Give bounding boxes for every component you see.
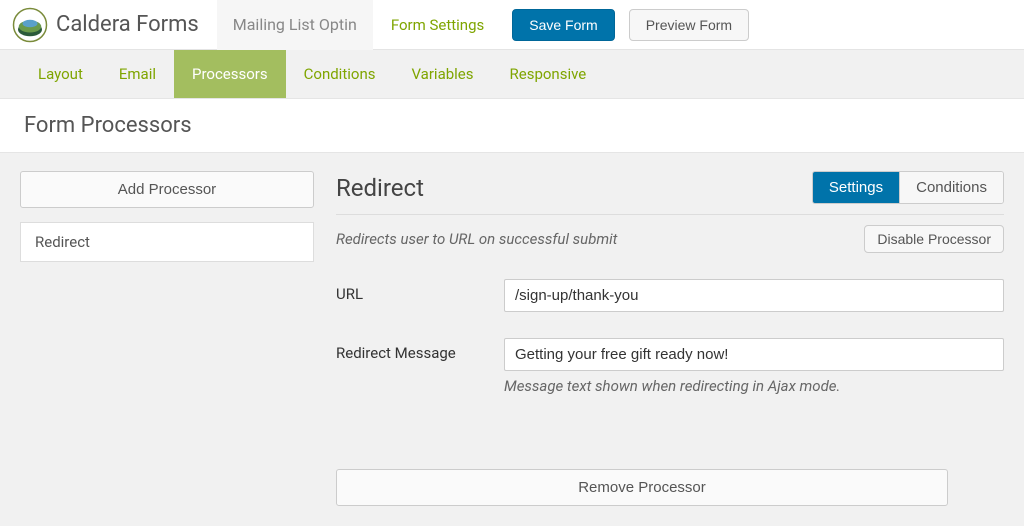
page-title: Form Processors — [24, 113, 1000, 138]
nav-conditions[interactable]: Conditions — [286, 50, 394, 98]
nav-variables[interactable]: Variables — [393, 50, 491, 98]
add-processor-button[interactable]: Add Processor — [20, 171, 314, 208]
form-name[interactable]: Mailing List Optin — [217, 0, 373, 50]
processor-description: Redirects user to URL on successful subm… — [336, 230, 617, 248]
redirect-message-input[interactable] — [504, 338, 1004, 371]
processor-description-row: Redirects user to URL on successful subm… — [336, 225, 1004, 253]
processor-panel: Redirect Settings Conditions Redirects u… — [336, 171, 1004, 526]
remove-processor-button[interactable]: Remove Processor — [336, 469, 948, 506]
processor-sidebar: Add Processor Redirect — [20, 171, 314, 526]
nav-responsive[interactable]: Responsive — [492, 50, 605, 98]
redirect-message-label: Redirect Message — [336, 338, 504, 362]
form-settings-link[interactable]: Form Settings — [373, 16, 502, 34]
secondary-nav: Layout Email Processors Conditions Varia… — [0, 50, 1024, 98]
remove-processor-row: Remove Processor — [336, 469, 1004, 526]
url-label: URL — [336, 279, 504, 303]
field-row-redirect-message: Redirect Message Message text shown when… — [336, 338, 1004, 395]
app-title: Caldera Forms — [56, 12, 199, 37]
tab-conditions[interactable]: Conditions — [899, 172, 1003, 203]
app-logo-icon — [12, 7, 48, 43]
topbar: Caldera Forms Mailing List Optin Form Se… — [0, 0, 1024, 50]
disable-processor-button[interactable]: Disable Processor — [864, 225, 1004, 253]
preview-form-button[interactable]: Preview Form — [629, 9, 749, 41]
nav-layout[interactable]: Layout — [20, 50, 101, 98]
page-title-bar: Form Processors — [0, 98, 1024, 153]
redirect-message-help: Message text shown when redirecting in A… — [504, 377, 1004, 395]
processor-list-item[interactable]: Redirect — [20, 222, 314, 262]
app-brand: Caldera Forms — [12, 7, 199, 43]
main-area: Add Processor Redirect Redirect Settings… — [0, 153, 1024, 526]
processor-tab-group: Settings Conditions — [812, 171, 1004, 204]
nav-processors[interactable]: Processors — [174, 50, 286, 98]
processor-header: Redirect Settings Conditions — [336, 171, 1004, 215]
save-form-button[interactable]: Save Form — [512, 9, 614, 41]
tab-settings[interactable]: Settings — [813, 172, 899, 203]
url-input[interactable] — [504, 279, 1004, 312]
nav-email[interactable]: Email — [101, 50, 174, 98]
field-row-url: URL — [336, 279, 1004, 312]
processor-title: Redirect — [336, 174, 424, 202]
